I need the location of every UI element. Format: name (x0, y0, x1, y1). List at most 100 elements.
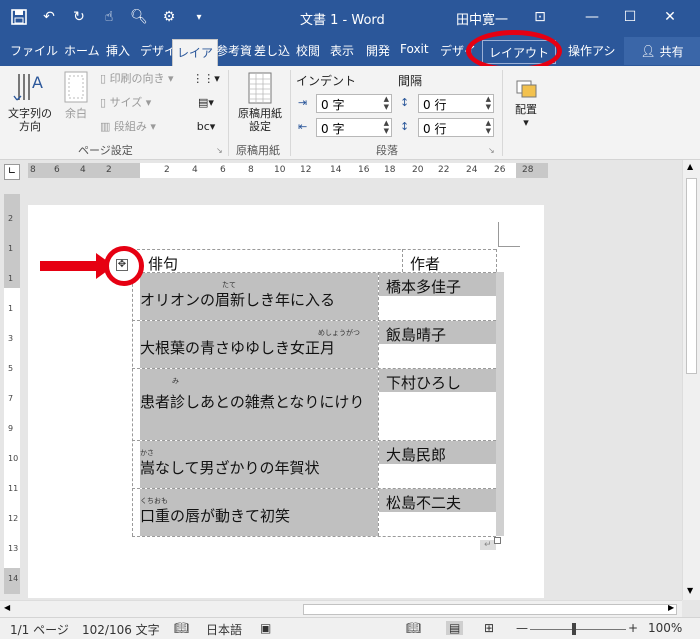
proofing-icon[interactable]: 📖︎ (174, 621, 189, 635)
tab-review[interactable]: 校閲 (296, 42, 320, 59)
margins-button[interactable]: 余白 (58, 70, 94, 120)
scroll-up-icon[interactable]: ▲ (687, 162, 693, 171)
author-cell[interactable]: 飯島晴子 (386, 324, 446, 345)
table-resize-handle-icon[interactable] (494, 537, 501, 544)
save-icon[interactable] (8, 6, 30, 28)
ruler-tick-label: 9 (8, 424, 14, 433)
touch-mode-icon[interactable]: ☝ (98, 6, 120, 28)
ribbon-separator (502, 70, 503, 156)
tab-layout[interactable]: レイア (172, 39, 219, 66)
tab-mailings[interactable]: 差し込 (254, 42, 290, 59)
minimize-button[interactable]: — (580, 6, 604, 28)
haiku-cell[interactable]: オリオンの眉新しき年に入る (140, 289, 335, 310)
spacing-after-input[interactable]: 0 行 ▲ ▼ (418, 118, 494, 137)
size-button[interactable]: ▯ サイズ ▾ (100, 96, 190, 109)
breaks-button[interactable]: ⋮⋮▾ (192, 72, 220, 85)
print-preview-icon[interactable]: 🔍︎ (128, 6, 150, 28)
spacing-before-icon: ↕ (400, 96, 410, 109)
header-cell-haiku[interactable]: 俳句 (148, 253, 178, 274)
redo-icon[interactable]: ↻ (68, 6, 90, 28)
maximize-button[interactable]: ☐ (618, 6, 642, 28)
tab-selector-icon[interactable]: ∟ (4, 164, 20, 180)
web-layout-icon[interactable]: ⊞ (484, 621, 494, 635)
vertical-ruler[interactable]: 2 1 1 1 3 5 7 9 10 11 12 13 14 (4, 194, 20, 594)
zoom-slider[interactable] (530, 629, 626, 630)
text-direction-icon: A (13, 73, 43, 101)
spin-arrows-icon[interactable]: ▲ ▼ (384, 119, 389, 135)
header-cell-author[interactable]: 作者 (410, 253, 440, 274)
user-name[interactable]: 田中寛一 (456, 9, 508, 28)
ribbon-separator (290, 70, 291, 156)
macro-icon[interactable]: ⚙ (158, 6, 180, 28)
scroll-right-icon[interactable]: ▶ (668, 603, 674, 612)
author-cell[interactable]: 橋本多佳子 (386, 276, 461, 297)
share-label: 共有 (659, 44, 684, 59)
author-cell[interactable]: 松島不二夫 (386, 492, 461, 513)
vertical-scroll-thumb[interactable] (686, 178, 697, 374)
indent-right-input[interactable]: 0 字 ▲ ▼ (316, 118, 392, 137)
spin-arrows-icon[interactable]: ▲ ▼ (486, 95, 491, 111)
scroll-down-icon[interactable]: ▼ (687, 586, 693, 595)
haiku-cell[interactable]: 嵩なして男ざかりの年賀状 (140, 457, 320, 478)
ruler-tick-label: 8 (248, 165, 254, 175)
ruler-tick-label: 14 (8, 574, 19, 583)
tab-insert[interactable]: 挿入 (106, 42, 130, 59)
zoom-in-icon[interactable]: + (628, 621, 638, 635)
author-cell[interactable]: 大島民郎 (386, 444, 446, 465)
undo-icon[interactable]: ↶ (38, 6, 60, 28)
table-border (132, 249, 133, 536)
haiku-cell[interactable]: 口重の唇が動きて初笑 (140, 505, 290, 526)
tab-foxit[interactable]: Foxit (400, 42, 429, 56)
ribbon-display-options-icon[interactable]: ⊡ (528, 6, 552, 28)
macro-record-icon[interactable]: ▣ (260, 621, 271, 635)
tab-developer[interactable]: 開発 (366, 42, 390, 59)
author-cell[interactable]: 下村ひろし (386, 372, 461, 393)
line-numbers-button[interactable]: ▤▾ (192, 96, 220, 109)
indent-left-input[interactable]: 0 字 ▲ ▼ (316, 94, 392, 113)
arrange-button[interactable]: 配置 ▾ (506, 78, 546, 129)
ruler-tick-label: 1 (8, 274, 14, 283)
print-orientation-button[interactable]: ▯ 印刷の向き ▾ (100, 72, 190, 85)
print-layout-icon[interactable]: ▤ (446, 621, 464, 635)
spin-arrows-icon[interactable]: ▲ ▼ (384, 95, 389, 111)
zoom-level[interactable]: 100% (648, 621, 682, 635)
horizontal-scrollbar[interactable]: ◀ ▶ (0, 600, 682, 617)
word-count[interactable]: 102/106 文字 (82, 621, 160, 638)
table-move-handle-icon[interactable]: ✥ (116, 259, 128, 271)
manuscript-settings-button[interactable]: 原稿用紙 設定 (232, 72, 288, 133)
read-mode-icon[interactable]: 📖︎ (406, 621, 421, 635)
customize-qat-icon[interactable]: ▾ (188, 6, 210, 28)
tab-home[interactable]: ホーム (64, 42, 100, 59)
columns-button[interactable]: ▥ 段組み ▾ (100, 120, 190, 133)
manuscript-group-label: 原稿用紙 (236, 144, 280, 157)
page-setup-launcher-icon[interactable]: ↘ (216, 144, 223, 157)
horizontal-ruler[interactable]: 8 6 4 2 2 4 6 8 10 12 14 16 18 20 22 24 26 28 (28, 163, 548, 178)
page-count[interactable]: 1/1 ページ (10, 621, 69, 638)
scroll-left-icon[interactable]: ◀ (4, 603, 10, 612)
haiku-cell[interactable]: 患者診しあとの雑煮となりにけり (140, 385, 376, 419)
share-button[interactable]: 👤︎ 共有 (624, 37, 700, 65)
hyphenation-button[interactable]: bc▾ (192, 120, 220, 133)
indent-right-value: 0 字 (321, 122, 345, 136)
zoom-slider-thumb[interactable] (572, 623, 576, 635)
horizontal-scroll-thumb[interactable] (303, 604, 677, 615)
furigana: かさ (140, 449, 154, 457)
zoom-out-icon[interactable]: — (516, 621, 528, 635)
text-direction-button[interactable]: A 文字列の 方向 (4, 70, 56, 133)
tab-view[interactable]: 表示 (330, 42, 354, 59)
tab-tell-me[interactable]: 操作アシ (568, 42, 616, 59)
spacing-before-input[interactable]: 0 行 ▲ ▼ (418, 94, 494, 113)
spin-arrows-icon[interactable]: ▲ ▼ (486, 119, 491, 135)
haiku-cell[interactable]: 大根葉の青さゆゆしき女正月 (140, 337, 335, 358)
paragraph-launcher-icon[interactable]: ↘ (488, 144, 495, 157)
ruler-tick-label: 1 (8, 244, 14, 253)
language[interactable]: 日本語 (206, 621, 242, 638)
indent-right-icon: ⇤ (298, 120, 308, 133)
close-button[interactable]: ✕ (658, 6, 682, 28)
tab-file[interactable]: ファイル (10, 42, 58, 59)
arrange-label: 配置 (515, 103, 537, 116)
tab-design[interactable]: デザイ (140, 42, 176, 59)
vertical-scrollbar[interactable]: ▲ ▼ (682, 160, 700, 600)
tab-references[interactable]: 参考資 (216, 42, 252, 59)
table-border (402, 249, 403, 272)
